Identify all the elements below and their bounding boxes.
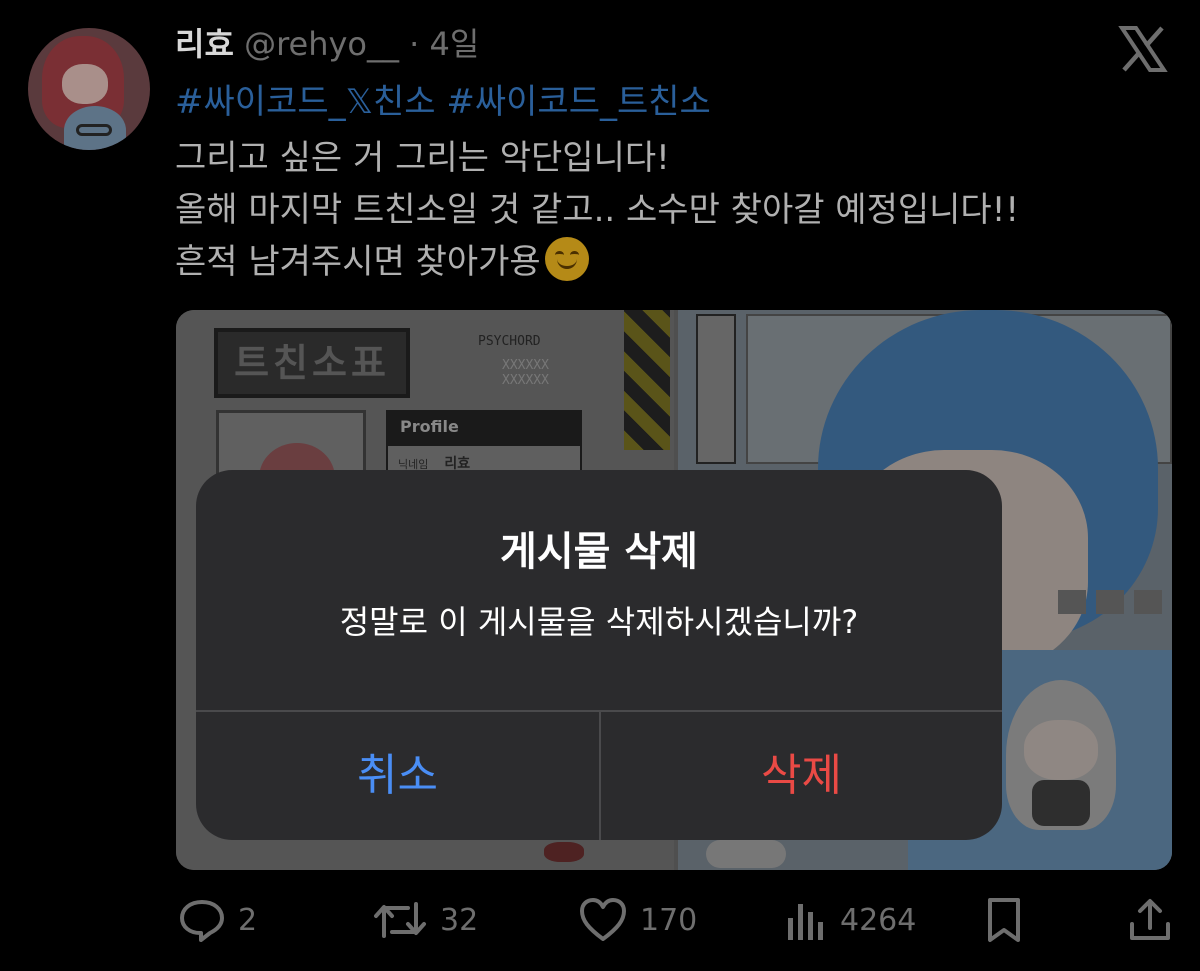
cancel-button[interactable]: 취소: [196, 712, 599, 840]
dialog-title: 게시물 삭제: [500, 529, 698, 575]
card-logo: 트친소표: [214, 328, 410, 398]
avatar-glasses: [76, 124, 112, 136]
dialog-message: 정말로 이 게시물을 삭제하시겠습니까?: [339, 603, 859, 641]
retweet-button[interactable]: 32: [372, 894, 478, 946]
x-logo-icon: [1118, 26, 1168, 72]
tweet-line: 그리고 싶은 거 그리는 악단입니다!: [175, 138, 670, 178]
share-button[interactable]: [1126, 894, 1174, 946]
caution-tape: [624, 310, 670, 450]
avatar[interactable]: [28, 28, 150, 150]
hashtags[interactable]: #싸이코드_𝕏친소 #싸이코드_트친소: [175, 80, 711, 124]
retweet-icon: [374, 902, 426, 938]
paint-toolbar: [696, 314, 736, 464]
bookmark-button[interactable]: [982, 894, 1026, 946]
folder-icons: [1058, 590, 1168, 614]
card-splatter: [544, 842, 584, 862]
delete-dialog: 게시물 삭제 정말로 이 게시물을 삭제하시겠습니까? 취소 삭제: [196, 470, 1002, 840]
chibi-face: [1024, 720, 1098, 780]
views-count: 4264: [840, 902, 917, 938]
tweet-meta: 리효 @rehyo__ · 4일: [175, 24, 479, 64]
user-handle[interactable]: @rehyo__: [244, 25, 399, 63]
heart-icon: [580, 898, 626, 941]
tweet-line-text: 흔적 남겨주시면 찾아가용: [175, 242, 541, 282]
card-code: XXXXXX XXXXXX: [502, 358, 549, 388]
meta-separator: ·: [409, 25, 420, 63]
delete-button[interactable]: 삭제: [601, 712, 1002, 840]
smiling-face-emoji-icon: [544, 237, 589, 281]
card-brand: PSYCHORD: [478, 334, 541, 349]
retweet-count: 32: [440, 902, 479, 938]
reply-button[interactable]: 2: [178, 894, 257, 946]
views-icon: [788, 904, 823, 940]
chibi-body: [1032, 780, 1090, 826]
reply-icon: [180, 900, 224, 942]
views-button[interactable]: 4264: [784, 894, 916, 946]
bookmark-icon: [988, 898, 1020, 942]
avatar-face: [62, 64, 108, 104]
tweet-text: 그리고 싶은 거 그리는 악단입니다! 올해 마지막 트친소일 것 같고.. 소…: [175, 132, 1019, 288]
display-name[interactable]: 리효: [175, 25, 234, 63]
share-icon: [1130, 899, 1170, 940]
card-profile-header: Profile: [386, 410, 582, 444]
like-button[interactable]: 170: [578, 894, 697, 946]
tweet-line: 올해 마지막 트친소일 것 같고.. 소수만 찾아갈 예정입니다!!: [175, 190, 1019, 230]
timestamp[interactable]: 4일: [430, 25, 480, 63]
tweet-line: 흔적 남겨주시면 찾아가용: [175, 236, 1019, 288]
reply-count: 2: [238, 902, 258, 938]
pixel-cloud: [706, 840, 786, 868]
like-count: 170: [640, 902, 698, 938]
